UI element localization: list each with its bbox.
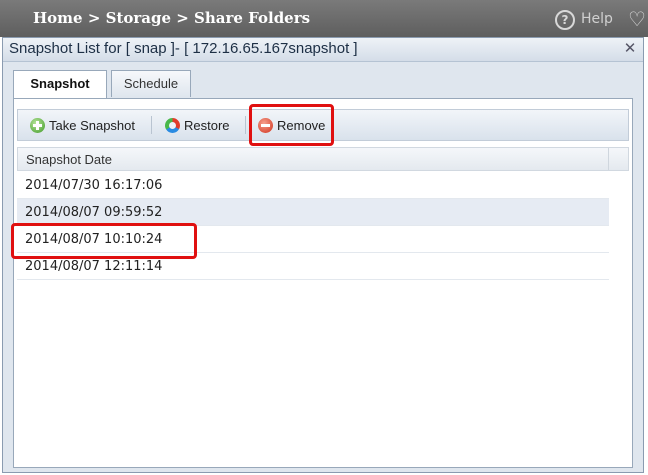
tab-strip: Snapshot Schedule — [13, 70, 633, 99]
toolbar-divider — [151, 116, 152, 134]
column-divider — [608, 148, 609, 170]
snapshot-date-cell: 2014/07/30 16:17:06 — [25, 178, 163, 193]
selected-row-highlight — [11, 223, 197, 259]
snapshot-date-cell: 2014/08/07 12:11:14 — [25, 259, 163, 274]
take-snapshot-button[interactable]: Take Snapshot — [30, 115, 135, 135]
take-snapshot-label: Take Snapshot — [49, 117, 136, 133]
table-row[interactable]: 2014/07/30 16:17:06 — [17, 172, 609, 199]
snapshot-tab-panel: Take Snapshot Restore Remove Snapshot Da… — [13, 98, 633, 468]
dialog-title: Snapshot List for [ snap ]- [ 172.16.65.… — [9, 40, 358, 57]
add-icon — [30, 117, 45, 133]
tab-snapshot[interactable]: Snapshot — [13, 70, 107, 99]
breadcrumb[interactable]: Home > Storage > Share Folders — [33, 9, 310, 27]
restore-icon — [165, 117, 180, 133]
help-link[interactable]: Help — [581, 11, 613, 27]
dialog-header: Snapshot List for [ snap ]- [ 172.16.65.… — [3, 38, 643, 62]
top-navigation-bar: Home > Storage > Share Folders ? Help ♡ — [0, 0, 648, 37]
tab-schedule[interactable]: Schedule — [111, 70, 191, 97]
restore-label: Restore — [184, 117, 230, 133]
remove-button-highlight — [249, 104, 334, 146]
close-icon[interactable]: ✕ — [623, 41, 637, 56]
help-icon[interactable]: ? — [555, 10, 575, 30]
favorite-icon[interactable]: ♡ — [628, 7, 646, 31]
restore-button[interactable]: Restore — [165, 115, 230, 135]
grid-header: Snapshot Date — [17, 147, 629, 171]
table-row[interactable]: 2014/08/07 09:59:52 — [17, 199, 609, 226]
toolbar-divider — [245, 116, 246, 134]
snapshot-date-cell: 2014/08/07 09:59:52 — [25, 205, 163, 220]
column-header-snapshot-date[interactable]: Snapshot Date — [26, 152, 112, 167]
